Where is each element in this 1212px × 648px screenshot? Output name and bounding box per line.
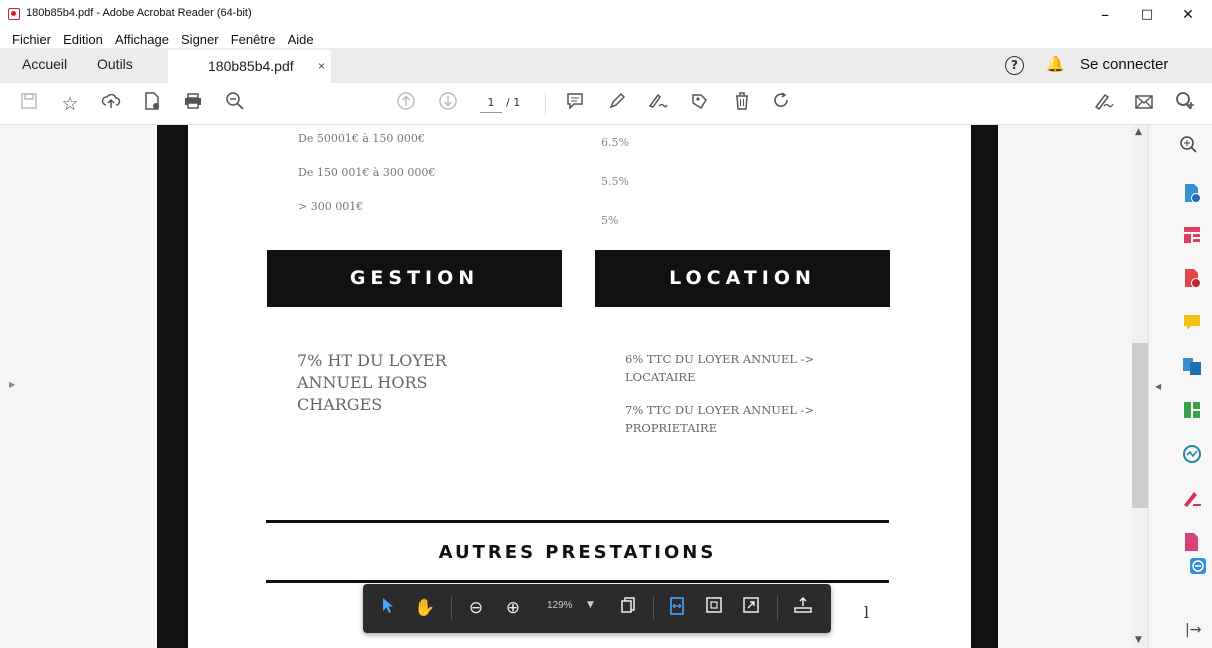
export-pdf-icon[interactable] [1181,182,1203,204]
full-screen-icon[interactable] [739,596,763,620]
floating-page-toolbar: ✋ ⊖ ⊕ 129% ▼ [363,584,831,633]
menu-edition[interactable]: Edition [63,32,103,47]
previous-page-icon[interactable] [393,91,419,117]
highlight-pen-icon[interactable] [604,91,630,117]
draw-freeform-icon[interactable] [645,91,671,117]
rate-value-1: 6.5% [601,136,629,149]
fill-and-sign-panel-icon[interactable] [1181,487,1203,509]
location-heading: LOCATION [595,250,890,307]
tab-outils[interactable]: Outils [97,48,133,83]
float-divider-2 [653,596,654,620]
share-user-icon[interactable] [1171,91,1197,117]
scroll-up-arrow-icon[interactable]: ▲ [1135,127,1142,137]
edit-pdf-icon[interactable] [1181,224,1203,246]
upload-cloud-icon[interactable] [98,91,124,117]
scroll-down-arrow-icon[interactable]: ▼ [1135,635,1142,645]
pdf-page: De 50001€ à 150 000€ 6.5% De 150 001€ à … [157,125,998,648]
autres-prestations-heading: AUTRES PRESTATIONS [438,542,717,563]
mail-icon[interactable] [1131,91,1157,117]
save-icon[interactable] [16,91,42,117]
zoom-out-icon[interactable]: ⊖ [464,596,488,620]
section-rule-top [266,520,889,523]
main-toolbar: ☆ 1 / 1 [0,83,1212,125]
read-mode-icon[interactable] [791,596,815,620]
menu-aide[interactable]: Aide [288,32,314,47]
comment-panel-icon[interactable] [1181,312,1203,334]
rate-range-3: > 300 001€ [298,200,364,213]
next-page-icon[interactable] [435,91,461,117]
scrollbar-thumb[interactable] [1132,343,1148,508]
zoom-in-icon[interactable] [1179,135,1197,158]
toolbar-divider [545,93,546,115]
acrobat-pdf-icon [8,8,20,20]
rotate-icon[interactable] [769,91,795,117]
tab-document-label: 180b85b4.pdf [208,58,294,74]
vertical-scrollbar[interactable]: ▲ ▼ [1132,125,1148,648]
rate-range-1: De 50001€ à 150 000€ [298,132,425,145]
page-number-input[interactable]: 1 [480,93,502,113]
right-tools-panel: ◀ |→ [1148,125,1212,648]
gestion-heading: GESTION [267,250,562,307]
send-for-signature-icon[interactable] [1181,443,1203,465]
tab-document[interactable]: 180b85b4.pdf × [168,48,331,83]
rate-range-2: De 150 001€ à 300 000€ [298,166,436,179]
title-bar: 180b85b4.pdf - Adobe Acrobat Reader (64-… [0,0,1212,28]
select-cursor-icon[interactable] [376,596,400,620]
close-window-button[interactable]: ✕ [1166,3,1210,27]
rate-value-2: 5.5% [601,175,629,188]
float-divider-3 [777,596,778,620]
bookmark-star-icon[interactable]: ☆ [57,91,83,117]
help-icon[interactable]: ? [1005,56,1024,75]
more-tools-badge-icon[interactable] [1189,557,1207,575]
collapse-right-panel-icon[interactable]: ◀ [1155,382,1161,391]
zoom-in-float-icon[interactable]: ⊕ [501,596,525,620]
pin-panel-icon[interactable]: |→ [1185,622,1201,638]
menu-fichier[interactable]: Fichier [12,32,51,47]
create-pdf-icon[interactable] [139,91,165,117]
bullet-text-end: l [864,603,870,622]
menu-bar: Fichier Edition Affichage Signer Fenêtre… [0,28,1212,48]
window-title: 180b85b4.pdf - Adobe Acrobat Reader (64-… [26,7,252,19]
zoom-search-icon[interactable] [222,91,248,117]
tab-accueil[interactable]: Accueil [22,48,67,83]
minimize-button[interactable]: – [1083,3,1127,27]
document-viewer[interactable]: ▶ De 50001€ à 150 000€ 6.5% De 150 001€ … [0,125,1132,648]
organize-pages-icon[interactable] [1181,399,1203,421]
delete-trash-icon[interactable] [729,91,755,117]
comment-icon[interactable] [562,91,588,117]
menu-signer[interactable]: Signer [181,32,219,47]
protect-pdf-icon[interactable] [1181,531,1203,553]
fit-page-icon[interactable] [702,596,726,620]
sign-in-link[interactable]: Se connecter [1080,56,1200,73]
page-display-icon[interactable] [616,596,640,620]
zoom-dropdown-caret-icon[interactable]: ▼ [587,600,594,610]
rate-value-3: 5% [601,214,619,227]
maximize-button[interactable]: □ [1125,3,1169,27]
create-pdf-panel-icon[interactable] [1181,267,1203,289]
location-locataire-text: 6% TTC DU LOYER ANNUEL -> LOCATAIRE [625,352,815,384]
float-divider [451,596,452,620]
tab-close-button[interactable]: × [318,50,325,82]
combine-files-icon[interactable] [1181,355,1203,377]
stamp-icon[interactable] [686,91,712,117]
print-icon[interactable] [180,91,206,117]
gestion-text: 7% HT DU LOYER ANNUEL HORS CHARGES [297,351,447,414]
menu-fenetre[interactable]: Fenêtre [231,32,276,47]
notification-bell-icon[interactable]: 🔔 [1046,55,1065,73]
hand-pan-icon[interactable]: ✋ [413,596,437,620]
fill-sign-icon[interactable] [1091,91,1117,117]
page-total: / 1 [506,96,521,109]
menu-affichage[interactable]: Affichage [115,32,169,47]
section-rule-bottom [266,580,889,583]
expand-left-panel-icon[interactable]: ▶ [9,380,15,389]
fit-width-icon[interactable] [665,596,689,620]
zoom-level[interactable]: 129% [547,600,573,611]
tab-bar: Accueil Outils 180b85b4.pdf × ? 🔔 Se con… [0,48,1212,83]
location-proprietaire-text: 7% TTC DU LOYER ANNUEL -> PROPRIETAIRE [625,403,815,435]
